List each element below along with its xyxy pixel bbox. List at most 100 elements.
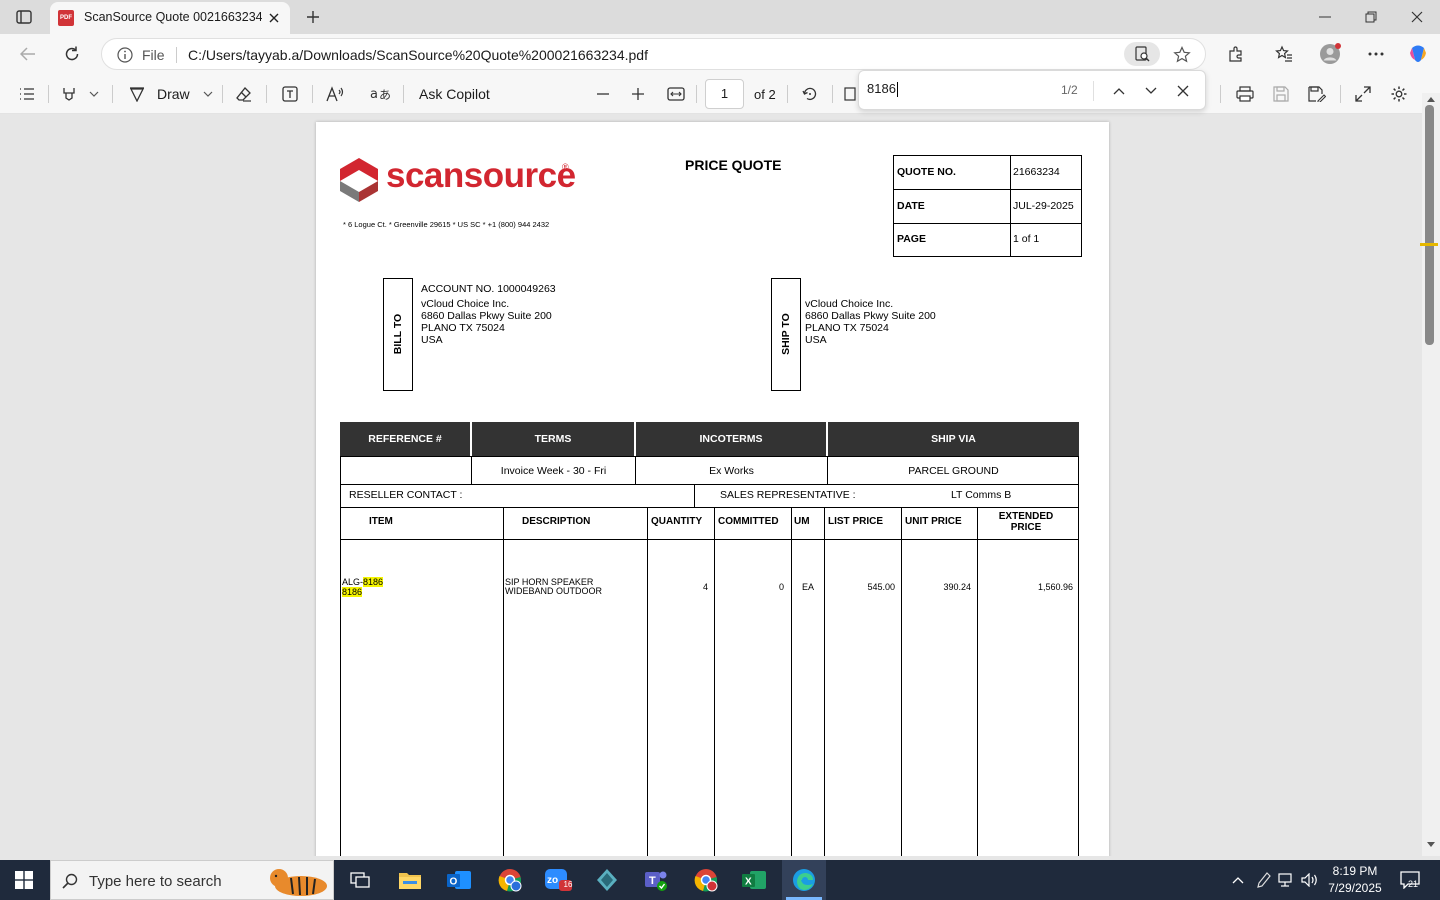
item-code-line2: 8186 <box>342 587 363 597</box>
notifications-icon[interactable]: 21 <box>1396 868 1424 892</box>
system-clock[interactable]: 8:19 PM 7/29/2025 <box>1318 863 1392 897</box>
tab-actions-icon[interactable] <box>12 7 36 27</box>
refresh-icon[interactable] <box>60 44 84 64</box>
item-um: EA <box>801 582 814 592</box>
close-window-icon[interactable] <box>1404 7 1430 27</box>
network-icon[interactable] <box>1277 870 1297 890</box>
item-quantity: 4 <box>702 582 708 592</box>
divider <box>1220 85 1221 103</box>
chrome-icon[interactable] <box>490 864 530 896</box>
profile-avatar[interactable] <box>1318 42 1342 66</box>
find-bar: 8186 1/2 <box>858 70 1206 110</box>
draw-icon[interactable] <box>126 84 148 104</box>
start-windows-icon[interactable] <box>0 860 48 900</box>
clock-date: 7/29/2025 <box>1328 881 1382 895</box>
print-icon[interactable] <box>1234 84 1256 104</box>
file-explorer-icon[interactable] <box>390 864 430 896</box>
eraser-icon[interactable] <box>233 84 255 104</box>
page-view-icon[interactable] <box>842 84 858 104</box>
save-icon[interactable] <box>1270 84 1292 104</box>
close-tab-icon[interactable] <box>266 10 282 26</box>
zoom-in-icon[interactable] <box>627 84 649 104</box>
zoom-badge: 16 <box>563 880 573 889</box>
quote-no-label: QUOTE NO. <box>897 166 956 178</box>
show-hidden-icons-icon[interactable] <box>1228 870 1248 890</box>
document-title: PRICE QUOTE <box>685 157 782 173</box>
bill-to-country: USA <box>421 334 443 346</box>
back-icon[interactable] <box>16 44 40 64</box>
pen-tray-icon[interactable] <box>1254 870 1274 890</box>
close-find-icon[interactable] <box>1173 81 1193 101</box>
ship-to-country: USA <box>805 334 827 346</box>
vpn-app-icon[interactable] <box>587 864 627 896</box>
find-input[interactable]: 8186 <box>867 81 898 98</box>
ask-copilot-button[interactable]: Ask Copilot <box>419 86 490 102</box>
new-tab-icon[interactable] <box>302 7 324 27</box>
page-number-input[interactable]: 1 <box>705 79 744 109</box>
scroll-up-icon[interactable] <box>1426 95 1436 103</box>
favorite-star-icon[interactable] <box>1170 44 1194 66</box>
chrome-profile-icon[interactable] <box>686 864 726 896</box>
teams-icon[interactable]: T <box>636 864 676 896</box>
more-options-icon[interactable] <box>1364 43 1388 65</box>
copilot-icon[interactable] <box>1406 42 1430 66</box>
divider <box>312 85 313 103</box>
excel-icon[interactable]: X <box>734 864 774 896</box>
fullscreen-icon[interactable] <box>1352 84 1374 104</box>
company-logo-text: scansource <box>386 156 576 195</box>
tab-title: ScanSource Quote 0021663234.p <box>84 10 262 24</box>
item-code: ALG-8186 <box>342 577 384 587</box>
url-text[interactable]: C:/Users/tayyab.a/Downloads/ScanSource%2… <box>188 47 648 63</box>
pdf-page: scansource ® * 6 Logue Ct. * Greenville … <box>316 122 1109 856</box>
scroll-down-icon[interactable] <box>1426 840 1436 848</box>
description-header: DESCRIPTION <box>522 516 591 527</box>
text-cursor <box>896 82 898 98</box>
restore-icon[interactable] <box>1358 7 1384 27</box>
chevron-down-icon[interactable] <box>200 86 216 102</box>
read-aloud-icon[interactable] <box>324 84 346 104</box>
rotate-icon[interactable] <box>799 84 821 104</box>
highlight-icon[interactable] <box>58 84 80 104</box>
quantity-header: QUANTITY <box>651 516 703 527</box>
svg-text:zo: zo <box>547 875 558 886</box>
outlook-icon[interactable]: O <box>439 864 479 896</box>
reseller-contact-label: RESELLER CONTACT : <box>349 489 463 501</box>
draw-label[interactable]: Draw <box>157 86 190 102</box>
zoom-icon[interactable]: zo 16 <box>538 864 578 896</box>
zoom-out-icon[interactable] <box>592 84 614 104</box>
divider <box>1010 155 1012 257</box>
scrollbar-thumb[interactable] <box>1425 105 1434 345</box>
taskbar-search[interactable]: Type here to search <box>50 860 334 900</box>
translate-icon[interactable]: aあ <box>368 84 392 104</box>
pdf-viewer[interactable]: scansource ® * 6 Logue Ct. * Greenville … <box>3 115 1422 856</box>
chevron-down-icon[interactable] <box>86 86 102 102</box>
extensions-icon[interactable] <box>1224 43 1248 65</box>
info-icon[interactable] <box>116 46 134 64</box>
volume-icon[interactable] <box>1300 870 1320 890</box>
incoterms-header: INCOTERMS <box>636 422 826 456</box>
bill-to-tag: BILL TO <box>392 313 404 355</box>
tiger-illustration-icon <box>270 869 327 896</box>
task-view-icon[interactable] <box>340 864 380 896</box>
item-extended-price: 1,560.96 <box>1037 582 1073 592</box>
divider <box>696 85 697 103</box>
previous-match-icon[interactable] <box>1109 81 1129 101</box>
search-icon <box>61 872 79 890</box>
tab-pdf[interactable]: PDF ScanSource Quote 0021663234.p <box>50 2 290 34</box>
divider <box>824 507 826 856</box>
company-address: * 6 Logue Ct. * Greenville 29615 * US SC… <box>343 220 550 229</box>
minimize-icon[interactable] <box>1312 7 1338 27</box>
edge-icon[interactable] <box>782 860 826 900</box>
favorites-icon[interactable] <box>1272 43 1296 65</box>
vertical-scrollbar[interactable] <box>1420 93 1440 856</box>
find-in-page-icon[interactable] <box>1124 42 1160 66</box>
date-value: JUL-29-2025 <box>1013 200 1074 212</box>
contents-icon[interactable] <box>16 84 38 104</box>
add-text-icon[interactable] <box>279 84 301 104</box>
settings-gear-icon[interactable] <box>1388 84 1410 104</box>
fit-to-width-icon[interactable] <box>664 84 688 104</box>
divider <box>48 85 49 103</box>
address-bar[interactable]: File C:/Users/tayyab.a/Downloads/ScanSou… <box>101 38 1206 70</box>
save-as-icon[interactable] <box>1306 84 1328 104</box>
next-match-icon[interactable] <box>1141 81 1161 101</box>
